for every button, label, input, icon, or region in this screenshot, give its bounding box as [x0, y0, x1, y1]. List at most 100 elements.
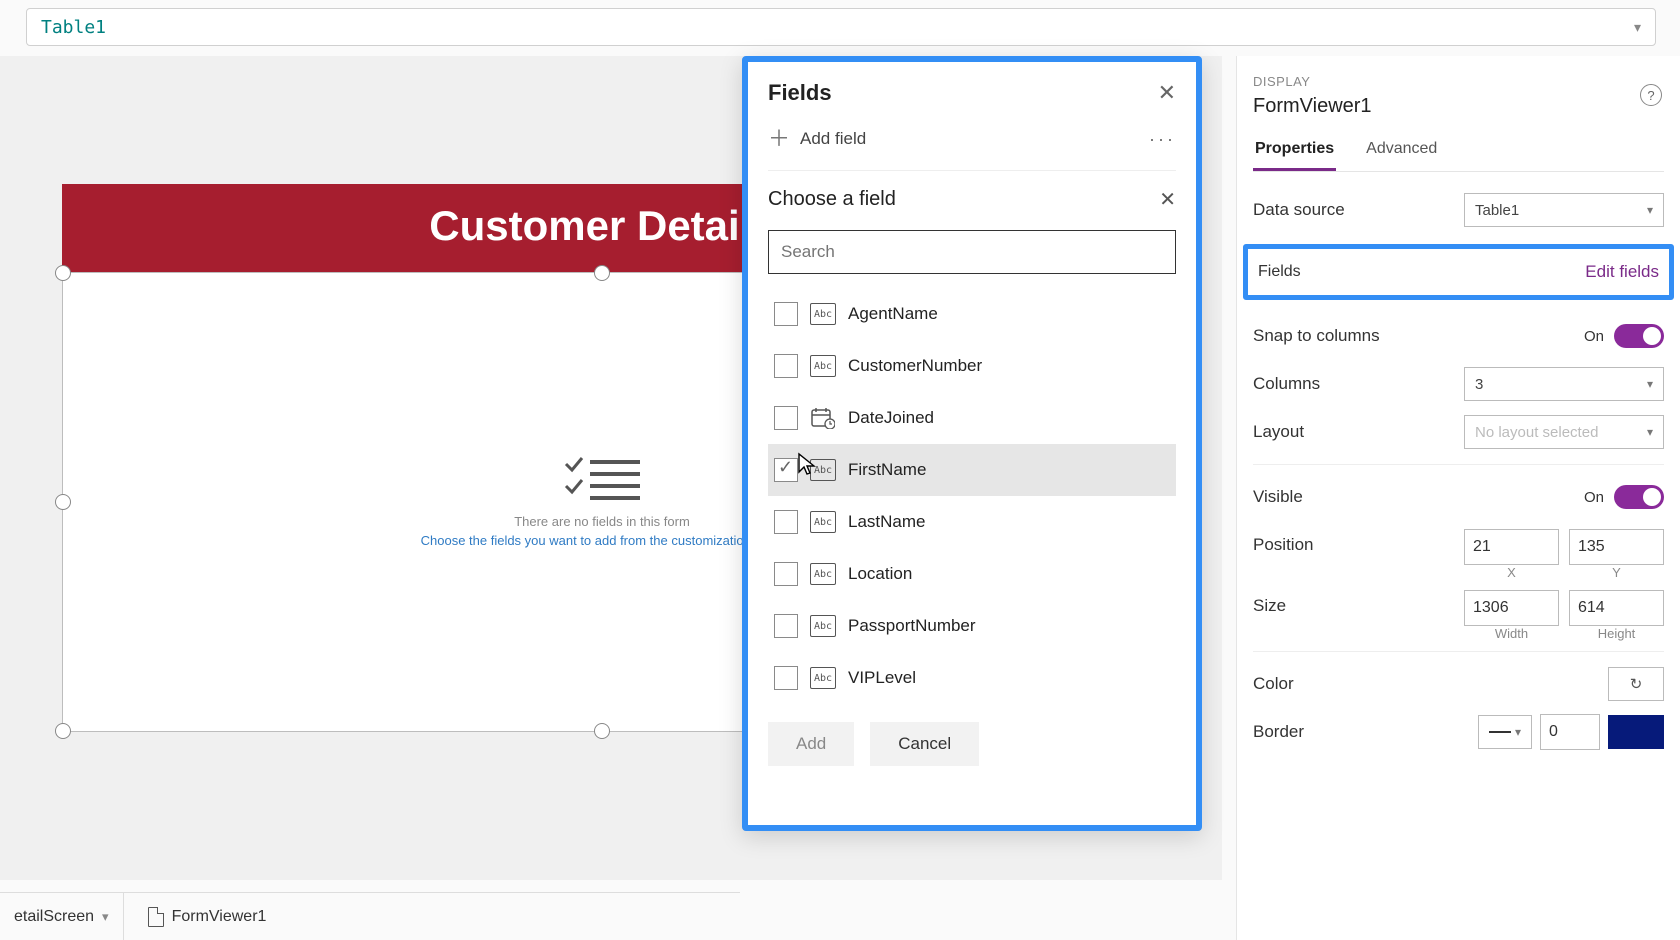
field-item-location[interactable]: Abc Location — [768, 548, 1176, 600]
data-source-select[interactable]: Table1 ▾ — [1464, 193, 1664, 227]
x-label: X — [1464, 565, 1559, 580]
columns-label: Columns — [1253, 374, 1464, 394]
text-type-icon: Abc — [810, 667, 836, 689]
resize-handle[interactable] — [55, 494, 71, 510]
width-input[interactable] — [1464, 590, 1559, 626]
text-type-icon: Abc — [810, 511, 836, 533]
field-label: AgentName — [848, 304, 938, 324]
y-label: Y — [1569, 565, 1664, 580]
search-input[interactable] — [768, 230, 1176, 274]
close-icon[interactable]: ✕ — [1159, 187, 1176, 212]
field-label: LastName — [848, 512, 925, 532]
visible-toggle[interactable] — [1614, 485, 1664, 509]
checkbox[interactable] — [774, 302, 798, 326]
width-label: Width — [1464, 626, 1559, 641]
toggle-state: On — [1584, 328, 1604, 345]
breadcrumb-item-control[interactable]: FormViewer1 — [134, 893, 281, 940]
border-style-select[interactable]: ▾ — [1478, 715, 1532, 749]
field-item-customernumber[interactable]: Abc CustomerNumber — [768, 340, 1176, 392]
chevron-down-icon[interactable]: ▾ — [102, 909, 109, 925]
resize-handle[interactable] — [594, 265, 610, 281]
field-item-firstname[interactable]: Abc FirstName — [768, 444, 1176, 496]
field-item-agentname[interactable]: Abc AgentName — [768, 288, 1176, 340]
chevron-down-icon: ▾ — [1515, 725, 1521, 739]
field-item-datejoined[interactable]: DateJoined — [768, 392, 1176, 444]
field-label: CustomerNumber — [848, 356, 982, 376]
border-width-input[interactable] — [1540, 714, 1600, 750]
checkbox[interactable] — [774, 666, 798, 690]
breadcrumb-item-screen[interactable]: etailScreen ▾ — [0, 893, 124, 940]
empty-form-icon — [562, 456, 642, 500]
search-field[interactable] — [781, 242, 1163, 262]
toggle-state: On — [1584, 489, 1604, 506]
border-color-swatch[interactable] — [1608, 715, 1664, 749]
border-label: Border — [1253, 722, 1478, 742]
breadcrumb: etailScreen ▾ FormViewer1 — [0, 892, 740, 940]
empty-text-1: There are no fields in this form — [514, 514, 690, 529]
chevron-down-icon: ▾ — [1647, 425, 1653, 439]
field-label: PassportNumber — [848, 616, 976, 636]
checkbox[interactable] — [774, 614, 798, 638]
checkbox[interactable] — [774, 562, 798, 586]
add-field-button[interactable]: ＋ Add field ··· — [768, 128, 1176, 150]
height-input[interactable] — [1569, 590, 1664, 626]
help-icon[interactable]: ? — [1640, 84, 1662, 106]
position-label: Position — [1253, 529, 1464, 555]
snap-toggle[interactable] — [1614, 324, 1664, 348]
tabs: Properties Advanced — [1253, 140, 1664, 172]
tab-properties[interactable]: Properties — [1253, 140, 1336, 171]
formula-bar[interactable]: Table1 ▾ — [26, 8, 1656, 46]
color-reset-button[interactable]: ↻ — [1608, 667, 1664, 701]
position-y-input[interactable] — [1569, 529, 1664, 565]
add-field-label: Add field — [800, 129, 866, 149]
data-source-label: Data source — [1253, 200, 1464, 220]
chevron-down-icon: ▾ — [1647, 377, 1653, 391]
text-type-icon: Abc — [810, 563, 836, 585]
layout-label: Layout — [1253, 422, 1464, 442]
field-item-viplevel[interactable]: Abc VIPLevel — [768, 652, 1176, 704]
field-list: Abc AgentName Abc CustomerNumber DateJoi… — [768, 288, 1176, 704]
layout-select[interactable]: No layout selected ▾ — [1464, 415, 1664, 449]
date-type-icon — [810, 407, 836, 429]
visible-label: Visible — [1253, 487, 1584, 507]
resize-handle[interactable] — [55, 265, 71, 281]
data-source-value: Table1 — [1475, 202, 1519, 219]
resize-handle[interactable] — [594, 723, 610, 739]
close-icon[interactable]: ✕ — [1158, 80, 1176, 106]
checkbox[interactable] — [774, 354, 798, 378]
color-label: Color — [1253, 674, 1608, 694]
plus-icon: ＋ — [768, 128, 790, 150]
checkbox[interactable] — [774, 458, 798, 482]
position-x-input[interactable] — [1464, 529, 1559, 565]
breadcrumb-label: FormViewer1 — [172, 908, 267, 926]
choose-field-title: Choose a field — [768, 188, 896, 211]
chevron-down-icon[interactable]: ▾ — [1634, 19, 1641, 36]
empty-text-2[interactable]: Choose the fields you want to add from t… — [421, 533, 784, 548]
height-label: Height — [1569, 626, 1664, 641]
checkbox[interactable] — [774, 406, 798, 430]
field-label: Location — [848, 564, 912, 584]
resize-handle[interactable] — [55, 723, 71, 739]
add-button[interactable]: Add — [768, 722, 854, 766]
field-label: FirstName — [848, 460, 926, 480]
field-label: VIPLevel — [848, 668, 916, 688]
checkbox[interactable] — [774, 510, 798, 534]
field-item-passportnumber[interactable]: Abc PassportNumber — [768, 600, 1176, 652]
fields-panel: Fields ✕ ＋ Add field ··· Choose a field … — [742, 56, 1202, 831]
text-type-icon: Abc — [810, 615, 836, 637]
text-type-icon: Abc — [810, 355, 836, 377]
more-icon[interactable]: ··· — [1149, 129, 1176, 150]
breadcrumb-label: etailScreen — [14, 908, 94, 926]
size-label: Size — [1253, 590, 1464, 616]
fields-panel-title: Fields — [768, 80, 832, 106]
field-item-lastname[interactable]: Abc LastName — [768, 496, 1176, 548]
columns-select[interactable]: 3 ▾ — [1464, 367, 1664, 401]
cancel-button[interactable]: Cancel — [870, 722, 979, 766]
choose-field-popup: Choose a field ✕ Abc AgentName Abc Custo… — [768, 170, 1176, 805]
edit-fields-link[interactable]: Edit fields — [1585, 262, 1659, 282]
text-type-icon: Abc — [810, 303, 836, 325]
field-label: DateJoined — [848, 408, 934, 428]
tab-advanced[interactable]: Advanced — [1364, 140, 1439, 171]
snap-label: Snap to columns — [1253, 326, 1584, 346]
fields-label: Fields — [1258, 263, 1301, 281]
